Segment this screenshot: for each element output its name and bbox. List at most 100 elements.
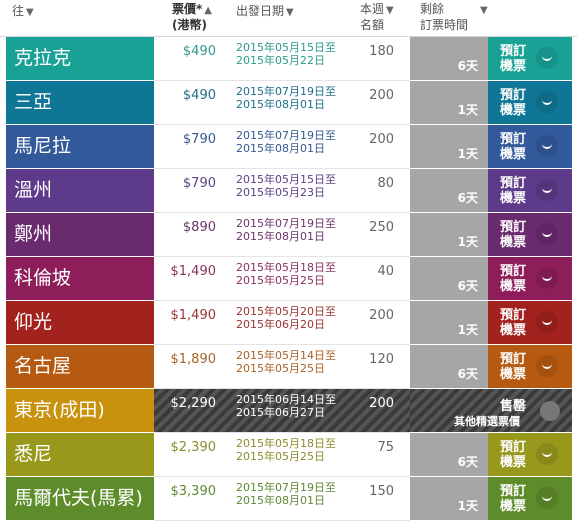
time-remaining-value: 6天 xyxy=(457,455,478,469)
book-label-2: 機票 xyxy=(500,323,527,338)
header-remaining-label: 剩餘 xyxy=(420,2,445,16)
book-ticket-button[interactable]: 預訂 機票 xyxy=(488,301,572,344)
time-remaining: 6天 xyxy=(410,169,488,212)
sold-out-label: 售罄 xyxy=(500,399,527,414)
travel-period: 2015年07月19日至 2015年08月01日 xyxy=(236,481,336,507)
book-ticket-button[interactable]: 預訂 機票 xyxy=(488,213,572,256)
seat-count: 200 xyxy=(369,88,394,103)
sort-depart[interactable]: 出發日期 ▼ xyxy=(236,4,294,20)
time-remaining-value: 1天 xyxy=(457,103,478,117)
smile-icon xyxy=(536,91,558,113)
fare-row: 仰光 $1,490 2015年05月20日至 2015年06月20日 200 1… xyxy=(6,301,572,345)
destination-name[interactable]: 東京(成田) xyxy=(6,389,154,432)
time-remaining: 1天 xyxy=(410,125,488,168)
fare-price: $490 xyxy=(182,88,216,103)
sort-down-icon: ▼ xyxy=(286,7,294,18)
smile-icon xyxy=(536,311,558,333)
fares-table: 克拉克 $490 2015年05月15日至 2015年05月22日 180 6天… xyxy=(6,37,572,521)
fare-details: $490 2015年07月19日至 2015年08月01日 200 xyxy=(154,81,410,125)
book-ticket-button[interactable]: 預訂 機票 xyxy=(488,169,572,212)
book-label-1: 預訂 xyxy=(500,132,527,147)
book-label-1: 預訂 xyxy=(500,176,527,191)
book-ticket-label: 預訂 機票 xyxy=(500,88,526,118)
book-ticket-label: 預訂 機票 xyxy=(500,352,526,382)
travel-start: 2015年05月14日至 xyxy=(236,349,336,362)
destination-name[interactable]: 鄭州 xyxy=(6,213,154,256)
time-remaining: 1天 xyxy=(410,301,488,344)
travel-period: 2015年07月19日至 2015年08月01日 xyxy=(236,129,336,155)
time-remaining-value: 6天 xyxy=(457,59,478,73)
book-ticket-button[interactable]: 預訂 機票 xyxy=(488,345,572,388)
travel-start: 2015年05月18日至 xyxy=(236,437,336,450)
travel-period: 2015年06月14日至 2015年06月27日 xyxy=(236,393,336,419)
sort-price[interactable]: 票價* ▲ (港幣) xyxy=(172,2,212,32)
fare-price: $1,890 xyxy=(170,352,217,367)
sold-out-panel[interactable]: 售罄 其他精選票價 xyxy=(410,389,572,432)
travel-period: 2015年05月15日至 2015年05月23日 xyxy=(236,173,336,199)
time-remaining: 1天 xyxy=(410,81,488,124)
fare-price: $2,390 xyxy=(170,440,217,455)
book-label-1: 預訂 xyxy=(500,308,527,323)
book-label-2: 機票 xyxy=(500,279,527,294)
travel-start: 2015年05月15日至 xyxy=(236,173,336,186)
fare-price: $890 xyxy=(182,220,216,235)
book-ticket-button[interactable]: 預訂 機票 xyxy=(488,477,572,520)
travel-period: 2015年07月19日至 2015年08月01日 xyxy=(236,217,336,243)
book-ticket-button[interactable]: 預訂 機票 xyxy=(488,433,572,476)
time-remaining: 6天 xyxy=(410,433,488,476)
sort-seats[interactable]: 本週 ▼ 名額 xyxy=(360,2,394,32)
fare-row: 悉尼 $2,390 2015年05月18日至 2015年05月25日 75 6天… xyxy=(6,433,572,477)
sort-destination[interactable]: 往 ▼ xyxy=(12,4,34,20)
travel-start: 2015年06月14日至 xyxy=(236,393,336,406)
sort-down-icon: ▼ xyxy=(480,5,488,16)
header-remaining-label2: 訂票時間 xyxy=(420,18,469,32)
fare-details: $790 2015年05月15日至 2015年05月23日 80 xyxy=(154,169,410,213)
sort-remaining[interactable]: 剩餘 ▼ 訂票時間 xyxy=(420,2,488,32)
seat-count: 150 xyxy=(369,484,394,499)
travel-start: 2015年07月19日至 xyxy=(236,85,336,98)
book-label-2: 機票 xyxy=(500,455,527,470)
other-fares-link[interactable]: 其他精選票價 xyxy=(454,413,520,429)
travel-start: 2015年07月19日至 xyxy=(236,481,336,494)
fare-row: 東京(成田) $2,290 2015年06月14日至 2015年06月27日 2… xyxy=(6,389,572,433)
destination-name[interactable]: 克拉克 xyxy=(6,37,154,80)
travel-start: 2015年05月15日至 xyxy=(236,41,336,54)
book-label-2: 機票 xyxy=(500,235,527,250)
sort-down-icon: ▼ xyxy=(386,5,394,16)
destination-name[interactable]: 悉尼 xyxy=(6,433,154,476)
time-remaining: 1天 xyxy=(410,213,488,256)
travel-end: 2015年06月20日 xyxy=(236,318,325,331)
book-label-1: 預訂 xyxy=(500,264,527,279)
time-remaining: 6天 xyxy=(410,37,488,80)
fare-price: $3,390 xyxy=(170,484,217,499)
destination-name[interactable]: 名古屋 xyxy=(6,345,154,388)
time-remaining: 6天 xyxy=(410,345,488,388)
fare-price: $1,490 xyxy=(170,264,217,279)
seat-count: 80 xyxy=(377,176,394,191)
destination-name[interactable]: 科倫坡 xyxy=(6,257,154,300)
book-ticket-label: 預訂 機票 xyxy=(500,264,526,294)
book-ticket-button[interactable]: 預訂 機票 xyxy=(488,37,572,80)
book-ticket-button[interactable]: 預訂 機票 xyxy=(488,257,572,300)
destination-name[interactable]: 馬爾代夫(馬累) xyxy=(6,477,154,520)
header-seats-label: 本週 xyxy=(360,2,385,16)
fare-row: 鄭州 $890 2015年07月19日至 2015年08月01日 250 1天 … xyxy=(6,213,572,257)
table-header: 往 ▼ 票價* ▲ (港幣) 出發日期 ▼ 本週 ▼ 名額 剩餘 ▼ 訂票時間 xyxy=(0,0,577,37)
header-price-currency: (港幣) xyxy=(172,18,207,32)
book-ticket-button[interactable]: 預訂 機票 xyxy=(488,81,572,124)
travel-period: 2015年05月18日至 2015年05月25日 xyxy=(236,437,336,463)
time-remaining-value: 6天 xyxy=(457,367,478,381)
travel-end: 2015年05月25日 xyxy=(236,274,325,287)
travel-period: 2015年05月18日至 2015年05月25日 xyxy=(236,261,336,287)
book-ticket-button[interactable]: 預訂 機票 xyxy=(488,125,572,168)
destination-name[interactable]: 三亞 xyxy=(6,81,154,124)
seat-count: 200 xyxy=(369,396,394,411)
time-remaining-value: 1天 xyxy=(457,235,478,249)
destination-name[interactable]: 仰光 xyxy=(6,301,154,344)
smile-icon xyxy=(536,487,558,509)
book-label-2: 機票 xyxy=(500,191,527,206)
destination-name[interactable]: 溫州 xyxy=(6,169,154,212)
book-label-1: 預訂 xyxy=(500,484,527,499)
destination-name[interactable]: 馬尼拉 xyxy=(6,125,154,168)
travel-start: 2015年05月18日至 xyxy=(236,261,336,274)
